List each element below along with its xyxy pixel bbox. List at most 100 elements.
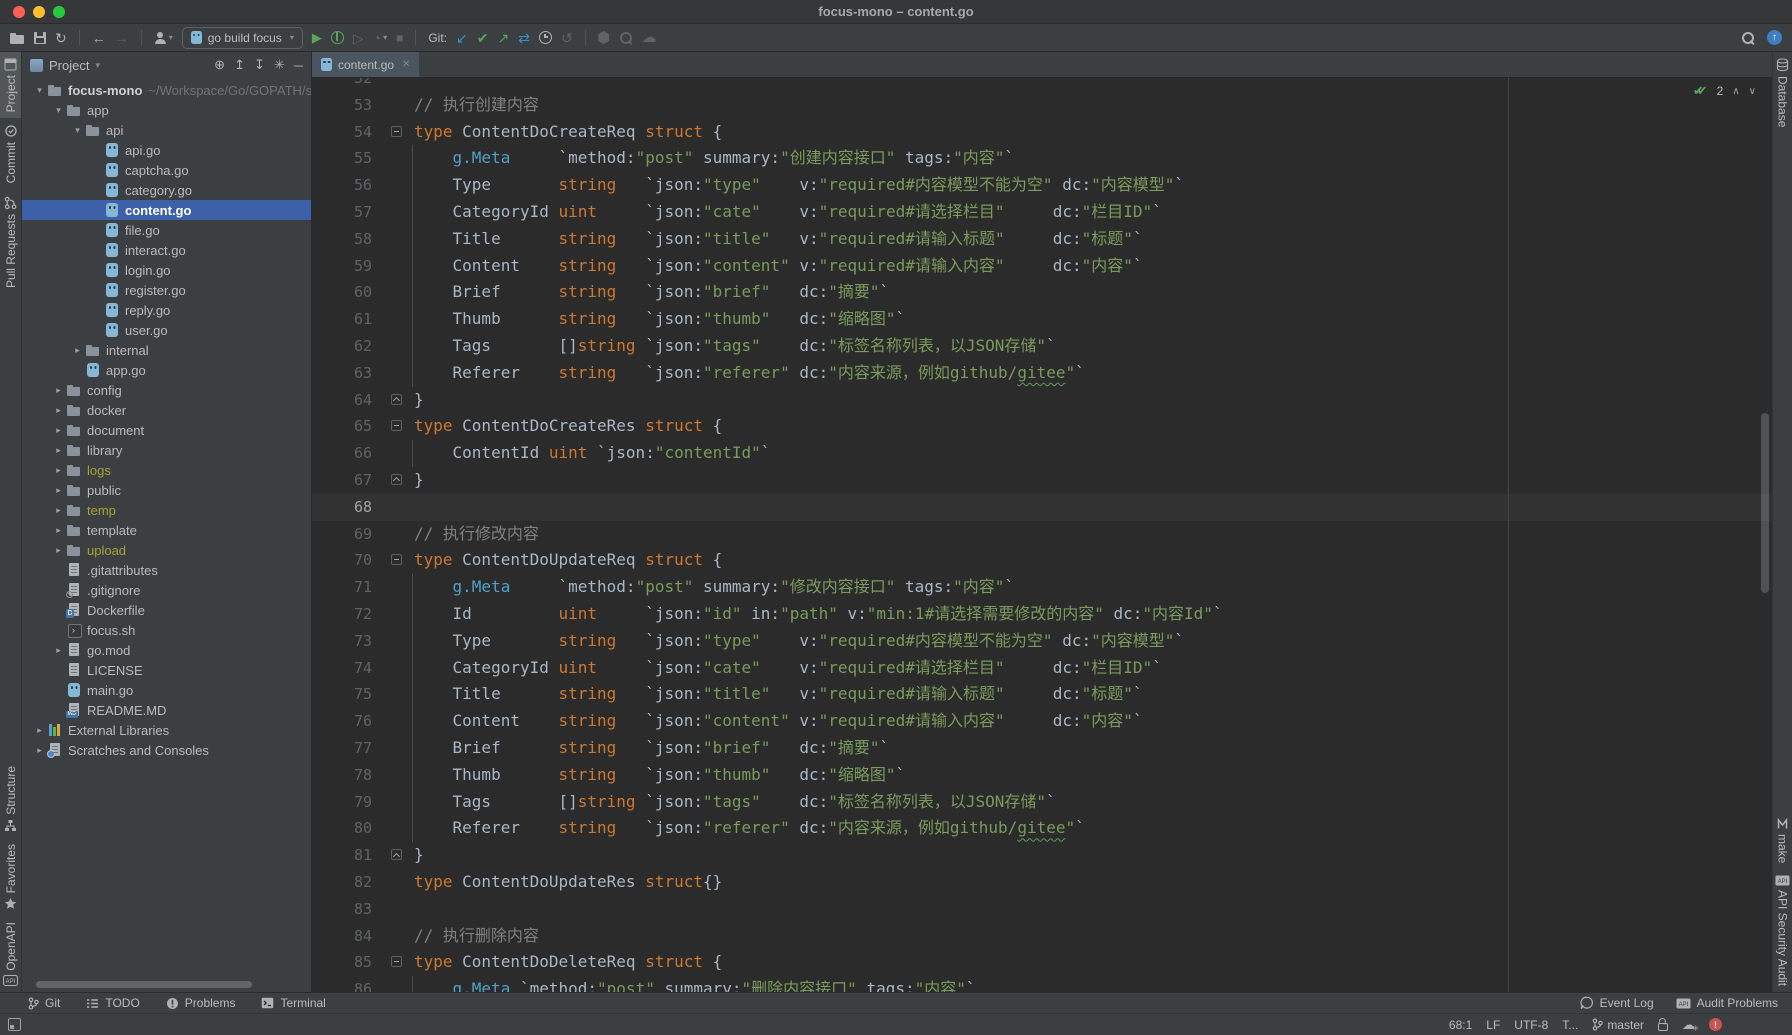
- settings-gear-icon[interactable]: ✳: [274, 57, 285, 73]
- lock-icon[interactable]: [1658, 1023, 1668, 1031]
- tree-item-template[interactable]: ▸template: [22, 520, 311, 540]
- tool-button-git[interactable]: Git: [28, 996, 60, 1010]
- project-panel-title[interactable]: Project: [49, 58, 89, 73]
- save-all-icon[interactable]: [34, 32, 46, 44]
- fatal-error-icon[interactable]: !: [1709, 1018, 1722, 1031]
- code-line-75[interactable]: 75 Title string `json:"title" v:"require…: [312, 681, 1772, 708]
- search-database-icon[interactable]: [619, 31, 633, 45]
- tool-button-event-log[interactable]: Event Log: [1580, 996, 1654, 1010]
- tree-item-.gitattributes[interactable]: .gitattributes: [22, 560, 311, 580]
- fold-open-marker[interactable]: [384, 547, 414, 574]
- tool-window-button-structure[interactable]: Structure: [0, 760, 21, 838]
- debug-button[interactable]: [331, 31, 344, 44]
- tab-content-go[interactable]: content.go ✕: [312, 52, 419, 77]
- tree-item-logs[interactable]: ▸logs: [22, 460, 311, 480]
- tree-item-readme.md[interactable]: MDREADME.MD: [22, 700, 311, 720]
- code-line-53[interactable]: 53// 执行创建内容: [312, 92, 1772, 119]
- forward-icon[interactable]: →: [115, 31, 129, 45]
- code-line-73[interactable]: 73 Type string `json:"type" v:"required#…: [312, 628, 1772, 655]
- code-line-60[interactable]: 60 Brief string `json:"brief" dc:"摘要"`: [312, 279, 1772, 306]
- code-editor[interactable]: 5253// 执行创建内容54type ContentDoCreateReq s…: [312, 78, 1772, 992]
- fold-open-marker[interactable]: [384, 949, 414, 976]
- tool-button-terminal[interactable]: Terminal: [261, 996, 325, 1010]
- chevron-right-icon[interactable]: ▸: [51, 405, 66, 416]
- tree-item-docker[interactable]: ▸docker: [22, 400, 311, 420]
- code-line-58[interactable]: 58 Title string `json:"title" v:"require…: [312, 226, 1772, 253]
- profiler-menu[interactable]: ◔ ▾: [373, 31, 387, 45]
- code-line-85[interactable]: 85type ContentDoDeleteReq struct {: [312, 949, 1772, 976]
- code-line-67[interactable]: 67}: [312, 467, 1772, 494]
- code-line-52[interactable]: 52: [312, 78, 1772, 92]
- chevron-right-icon[interactable]: ▸: [51, 385, 66, 396]
- code-line-56[interactable]: 56 Type string `json:"type" v:"required#…: [312, 172, 1772, 199]
- code-line-76[interactable]: 76 Content string `json:"content" v:"req…: [312, 708, 1772, 735]
- tool-window-button-favorites[interactable]: Favorites: [0, 838, 21, 916]
- chevron-right-icon[interactable]: ▸: [32, 725, 47, 736]
- sync-icon[interactable]: ↻: [55, 31, 67, 45]
- open-icon[interactable]: [10, 32, 25, 44]
- chevron-right-icon[interactable]: ▸: [51, 505, 66, 516]
- search-everywhere-icon[interactable]: [1741, 31, 1755, 45]
- tree-item-main.go[interactable]: main.go: [22, 680, 311, 700]
- tree-item-content.go[interactable]: content.go: [22, 200, 311, 220]
- tool-button-audit-problems[interactable]: APIAudit Problems: [1676, 996, 1778, 1010]
- run-with-coverage-icon[interactable]: ▷: [353, 31, 364, 45]
- git-push-icon[interactable]: ↗: [497, 31, 509, 45]
- chevron-down-icon[interactable]: ▾: [32, 85, 47, 96]
- code-line-63[interactable]: 63 Referer string `json:"referer" dc:"内容…: [312, 360, 1772, 387]
- fold-open-marker[interactable]: [384, 119, 414, 146]
- chevron-right-icon[interactable]: ▸: [51, 425, 66, 436]
- code-line-57[interactable]: 57 CategoryId uint `json:"cate" v:"requi…: [312, 199, 1772, 226]
- chevron-right-icon[interactable]: ▸: [70, 345, 85, 356]
- code-line-78[interactable]: 78 Thumb string `json:"thumb" dc:"缩略图"`: [312, 762, 1772, 789]
- code-line-86[interactable]: 86 g.Meta `method:"post" summary:"删除内容接口…: [312, 976, 1772, 992]
- cloud-icon[interactable]: ☁: [642, 30, 657, 45]
- code-line-80[interactable]: 80 Referer string `json:"referer" dc:"内容…: [312, 815, 1772, 842]
- tree-item-file.go[interactable]: file.go: [22, 220, 311, 240]
- tree-item-app.go[interactable]: app.go: [22, 360, 311, 380]
- code-line-82[interactable]: 82type ContentDoUpdateRes struct{}: [312, 869, 1772, 896]
- tree-item-api.go[interactable]: api.go: [22, 140, 311, 160]
- tool-window-button-database[interactable]: Database: [1773, 52, 1792, 133]
- git-branch-widget[interactable]: master: [1592, 1018, 1644, 1032]
- code-line-79[interactable]: 79 Tags []string `json:"tags" dc:"标签名称列表…: [312, 789, 1772, 816]
- tool-window-button-project[interactable]: Project: [0, 52, 21, 118]
- tool-window-button-commit[interactable]: Commit: [0, 118, 21, 189]
- run-button[interactable]: ▶: [312, 31, 322, 44]
- tree-item-category.go[interactable]: category.go: [22, 180, 311, 200]
- code-line-65[interactable]: 65type ContentDoCreateRes struct {: [312, 413, 1772, 440]
- tree-item-go.mod[interactable]: ▸go.mod: [22, 640, 311, 660]
- tree-item-captcha.go[interactable]: captcha.go: [22, 160, 311, 180]
- tool-window-button-api-security-audit[interactable]: APIAPI Security Audit: [1773, 869, 1792, 992]
- tool-window-button-make[interactable]: make: [1773, 812, 1792, 869]
- tree-item-login.go[interactable]: login.go: [22, 260, 311, 280]
- tree-item-dockerfile[interactable]: DDockerfile: [22, 600, 311, 620]
- code-line-69[interactable]: 69// 执行修改内容: [312, 521, 1772, 548]
- tree-item-internal[interactable]: ▸internal: [22, 340, 311, 360]
- code-line-83[interactable]: 83: [312, 896, 1772, 923]
- history-icon[interactable]: [539, 31, 552, 44]
- code-line-68[interactable]: 68: [312, 494, 1772, 521]
- chevron-right-icon[interactable]: ▸: [51, 645, 66, 656]
- tree-item-focus-mono[interactable]: ▾focus-mono~/Workspace/Go/GOPATH/src/git…: [22, 80, 311, 100]
- git-commit-icon[interactable]: ✔: [477, 31, 489, 45]
- code-line-74[interactable]: 74 CategoryId uint `json:"cate" v:"requi…: [312, 655, 1772, 682]
- tree-item-interact.go[interactable]: interact.go: [22, 240, 311, 260]
- ide-update-icon[interactable]: ↑: [1767, 30, 1782, 45]
- tree-item-temp[interactable]: ▸temp: [22, 500, 311, 520]
- code-line-54[interactable]: 54type ContentDoCreateReq struct {: [312, 119, 1772, 146]
- project-horizontal-scrollbar[interactable]: [36, 981, 252, 988]
- profile-menu[interactable]: ▾: [154, 32, 173, 44]
- code-line-72[interactable]: 72 Id uint `json:"id" in:"path" v:"min:1…: [312, 601, 1772, 628]
- code-line-59[interactable]: 59 Content string `json:"content" v:"req…: [312, 253, 1772, 280]
- line-separator[interactable]: LF: [1486, 1018, 1500, 1032]
- chevron-right-icon[interactable]: ▸: [51, 465, 66, 476]
- file-encoding[interactable]: UTF-8: [1514, 1018, 1548, 1032]
- tree-item-focus.sh[interactable]: focus.sh: [22, 620, 311, 640]
- tree-item-api[interactable]: ▾api: [22, 120, 311, 140]
- fold-close-marker[interactable]: [384, 387, 414, 414]
- previous-problem-icon[interactable]: ∧: [1732, 86, 1739, 97]
- tree-item-user.go[interactable]: user.go: [22, 320, 311, 340]
- fold-close-marker[interactable]: [384, 842, 414, 869]
- caret-position[interactable]: 68:1: [1449, 1018, 1472, 1032]
